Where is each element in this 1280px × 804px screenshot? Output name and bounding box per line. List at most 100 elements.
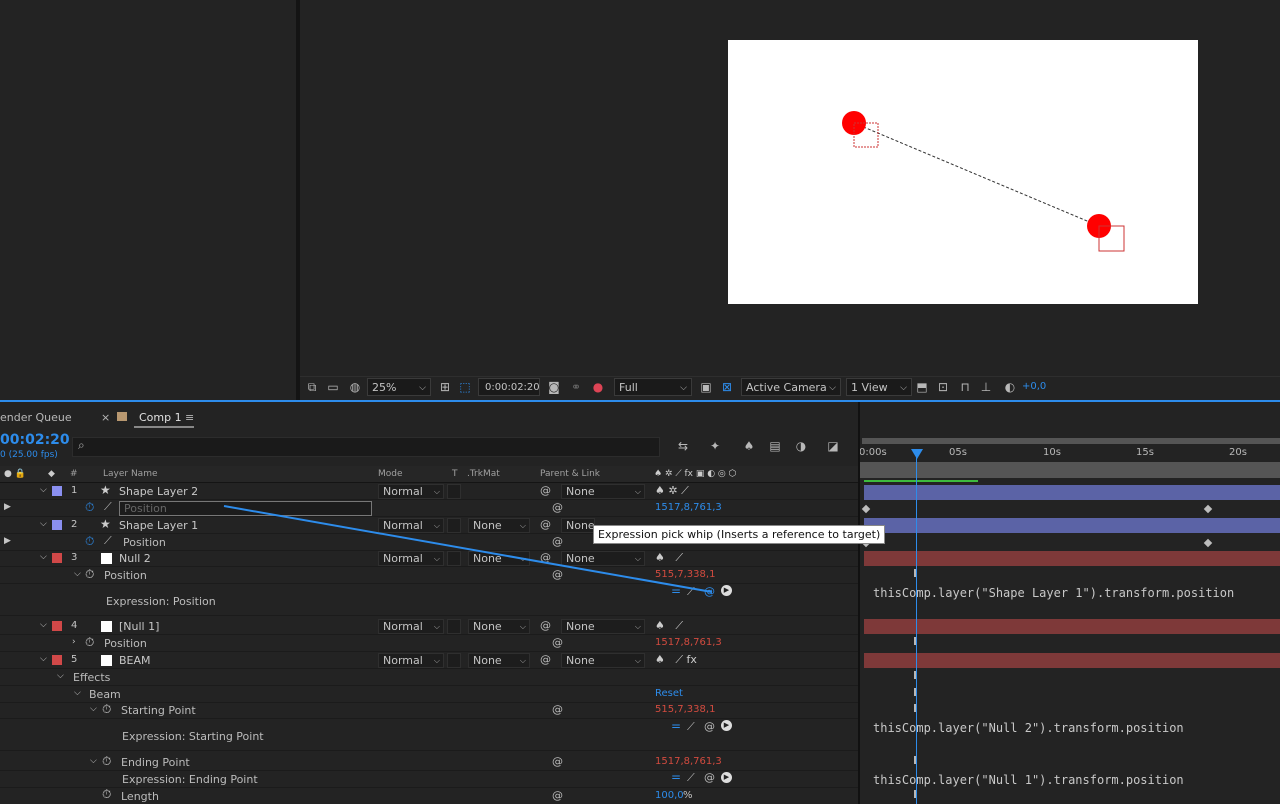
mode-dropdown-4[interactable]: Normal ⌵: [378, 619, 444, 634]
layer-switches-3[interactable]: ♠ ⟋: [655, 551, 683, 565]
switches-icons[interactable]: ♠ ✲ ⟋ fx ▣ ◐ ◎ ⬡: [654, 469, 737, 479]
layer-name-2[interactable]: Shape Layer 1: [119, 519, 198, 532]
graph-editor-icon[interactable]: ◪: [824, 437, 842, 455]
pickwhip-icon[interactable]: @: [552, 755, 563, 768]
pickwhip-icon[interactable]: @: [704, 585, 715, 598]
view-layout-dropdown[interactable]: 1 View ⌵: [846, 378, 912, 396]
l2-position-label[interactable]: Position: [123, 536, 166, 549]
track-bar-3[interactable]: [864, 551, 1280, 566]
layer-switches-1[interactable]: ♠ ✲ ⟋: [655, 484, 689, 498]
stopwatch-icon[interactable]: ⏱: [85, 567, 94, 582]
graph-icon[interactable]: ⟋: [104, 500, 112, 514]
ending-point-value[interactable]: 1517,8,761,3: [655, 756, 722, 767]
l3-position-value[interactable]: 515,7,338,1: [655, 569, 715, 580]
pickwhip-icon[interactable]: @: [540, 484, 551, 497]
layer-switches-5[interactable]: ♠ ⟋ fx: [655, 653, 697, 667]
col-mode[interactable]: Mode: [378, 469, 403, 479]
trkmat-dropdown-4[interactable]: None ⌵: [468, 619, 530, 634]
l4-position-label[interactable]: Position: [104, 637, 147, 650]
parent-dropdown-2[interactable]: None: [561, 518, 595, 533]
mode-dropdown-1[interactable]: Normal ⌵: [378, 484, 444, 499]
camera-icon[interactable]: ◙: [546, 378, 562, 396]
expression-menu-icon[interactable]: ▶: [721, 720, 732, 731]
mode-dropdown-5[interactable]: Normal ⌵: [378, 653, 444, 668]
ending-expression-text[interactable]: thisComp.layer("Null 1").transform.posit…: [873, 773, 1184, 787]
expression-enable-icon[interactable]: =: [671, 719, 681, 733]
pickwhip-icon[interactable]: @: [540, 653, 551, 666]
pickwhip-icon[interactable]: @: [704, 720, 715, 733]
expand-arrow-icon[interactable]: ⌵: [90, 756, 97, 766]
l1-position-value[interactable]: 1517,8,761,3: [655, 502, 722, 513]
ending-point-label[interactable]: Ending Point: [121, 756, 190, 769]
starting-expression-text[interactable]: thisComp.layer("Null 2").transform.posit…: [873, 721, 1184, 735]
tab-render-queue[interactable]: ender Queue: [0, 408, 72, 428]
shy-layers-icon[interactable]: ♠: [740, 437, 758, 455]
toggle-pixel-icon[interactable]: ⬒: [914, 378, 930, 396]
transparency-grid-icon[interactable]: ⊠: [719, 378, 735, 396]
col-parent[interactable]: Parent & Link: [540, 469, 600, 479]
current-time[interactable]: 00:02:20: [0, 432, 70, 448]
fast-preview-icon[interactable]: ▣: [698, 378, 714, 396]
stopwatch-icon[interactable]: ⏱: [85, 635, 94, 650]
expand-arrow-icon[interactable]: ⌵: [90, 704, 97, 714]
parent-dropdown-5[interactable]: None ⌵: [561, 653, 645, 668]
expand-arrow-icon[interactable]: ⌵: [40, 654, 47, 664]
effects-label[interactable]: Effects: [73, 671, 110, 684]
l4-position-value[interactable]: 1517,8,761,3: [655, 637, 722, 648]
pickwhip-icon[interactable]: @: [540, 551, 551, 564]
keyframe-nav-icon[interactable]: ▶: [4, 502, 11, 512]
camera-dropdown[interactable]: Active Camera ⌵: [741, 378, 841, 396]
expand-arrow-icon[interactable]: ⌵: [74, 569, 81, 579]
motion-blur-icon[interactable]: ◑: [792, 437, 810, 455]
pickwhip-icon[interactable]: @: [540, 619, 551, 632]
mode-dropdown-3[interactable]: Normal ⌵: [378, 551, 444, 566]
playhead-handle-icon[interactable]: [911, 449, 923, 459]
frame-blending-icon[interactable]: ▤: [766, 437, 784, 455]
t-switch-1[interactable]: [447, 484, 461, 499]
col-trkmat[interactable]: .TrkMat: [467, 469, 500, 479]
layer-switches-4[interactable]: ♠ ⟋: [655, 619, 683, 633]
snapshot-display-icon[interactable]: ⧉: [304, 378, 320, 396]
graph-icon[interactable]: ⟋: [687, 720, 695, 734]
pickwhip-icon[interactable]: @: [552, 501, 563, 514]
draft-3d-icon[interactable]: ✦: [706, 437, 724, 455]
length-value[interactable]: 100,0: [655, 790, 684, 801]
pickwhip-icon[interactable]: @: [552, 703, 563, 716]
expression-enable-icon[interactable]: =: [671, 584, 681, 598]
av-switch-icon[interactable]: ● 🔒: [4, 469, 26, 479]
trkmat-dropdown-3[interactable]: None ⌵: [468, 551, 530, 566]
panel-menu-icon[interactable]: ≡: [185, 408, 194, 428]
mask-icon[interactable]: ◍: [346, 378, 364, 396]
t-switch-2[interactable]: [447, 518, 461, 533]
expand-arrow-icon[interactable]: ⌵: [74, 688, 81, 698]
reset-exposure-icon[interactable]: ⊡: [935, 378, 951, 396]
collapse-arrow-icon[interactable]: ›: [72, 637, 76, 647]
monitor-icon[interactable]: ▭: [324, 378, 342, 396]
mode-dropdown-2[interactable]: Normal ⌵: [378, 518, 444, 533]
starting-point-label[interactable]: Starting Point: [121, 704, 196, 717]
pickwhip-icon[interactable]: @: [552, 535, 563, 548]
layer-name-5[interactable]: BEAM: [119, 654, 151, 667]
reset-link[interactable]: Reset: [655, 688, 683, 699]
layer-name-4[interactable]: [Null 1]: [119, 620, 159, 633]
search-input[interactable]: [72, 437, 660, 457]
work-area-bar[interactable]: [862, 438, 1280, 444]
beam-effect-label[interactable]: Beam: [89, 688, 121, 701]
region-icon[interactable]: ⬚: [457, 378, 473, 396]
trkmat-dropdown-2[interactable]: None ⌵: [468, 518, 530, 533]
viewer-timecode[interactable]: 0:00:02:20: [478, 378, 540, 396]
pickwhip-icon[interactable]: @: [704, 771, 715, 784]
trkmat-dropdown-5[interactable]: None ⌵: [468, 653, 530, 668]
pickwhip-icon[interactable]: @: [552, 636, 563, 649]
stopwatch-icon[interactable]: ⏱: [102, 787, 111, 802]
expression-menu-icon[interactable]: ▶: [721, 772, 732, 783]
graph-icon[interactable]: ⟋: [687, 585, 695, 599]
label-color-3[interactable]: [52, 553, 62, 563]
col-t[interactable]: T: [452, 469, 458, 479]
stopwatch-icon[interactable]: ⏱: [102, 754, 111, 769]
exposure-value[interactable]: +0,0: [1022, 378, 1046, 396]
current-time-indicator[interactable]: [916, 450, 917, 804]
stopwatch-icon[interactable]: ⏱: [85, 534, 94, 549]
comp-mini-flowchart-icon[interactable]: ⇆: [674, 437, 692, 455]
layer-name-1[interactable]: Shape Layer 2: [119, 485, 198, 498]
